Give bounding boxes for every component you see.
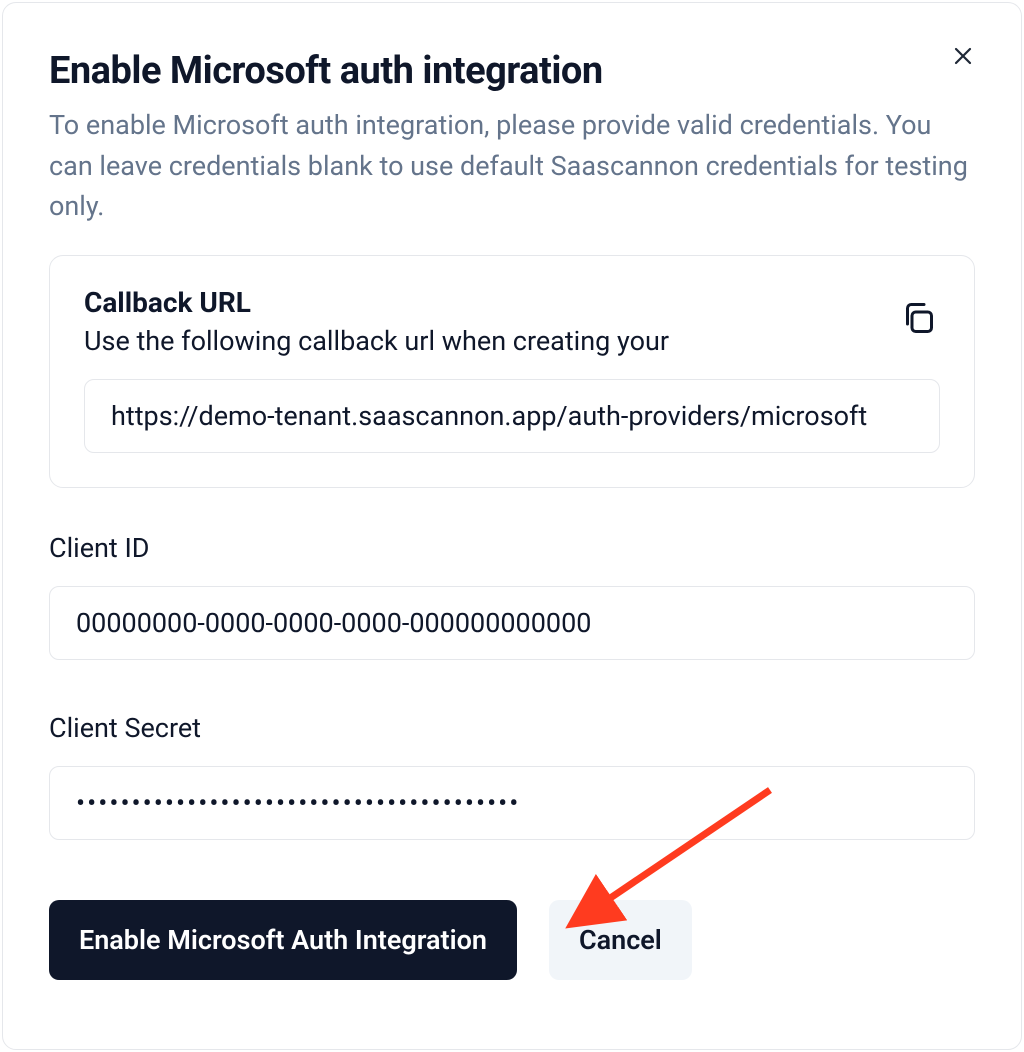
callback-url-field[interactable] — [84, 379, 940, 453]
copy-button[interactable] — [896, 296, 940, 343]
cancel-button[interactable]: Cancel — [549, 900, 692, 980]
enable-auth-dialog: Enable Microsoft auth integration To ena… — [2, 2, 1022, 1050]
close-icon — [951, 44, 975, 71]
enable-button[interactable]: Enable Microsoft Auth Integration — [49, 900, 517, 980]
dialog-title: Enable Microsoft auth integration — [49, 49, 975, 93]
client-secret-group: Client Secret — [49, 712, 975, 840]
button-row: Enable Microsoft Auth Integration Cancel — [49, 900, 975, 980]
close-button[interactable] — [947, 41, 979, 73]
client-id-group: Client ID — [49, 532, 975, 660]
client-secret-label: Client Secret — [49, 712, 975, 744]
dialog-subtitle: To enable Microsoft auth integration, pl… — [49, 105, 975, 227]
client-id-label: Client ID — [49, 532, 975, 564]
copy-icon — [900, 324, 936, 339]
client-id-input[interactable] — [49, 586, 975, 660]
callback-card: Callback URL Use the following callback … — [49, 255, 975, 488]
callback-title: Callback URL — [84, 286, 896, 319]
callback-description: Use the following callback url when crea… — [84, 325, 896, 357]
client-secret-input[interactable] — [49, 766, 975, 840]
